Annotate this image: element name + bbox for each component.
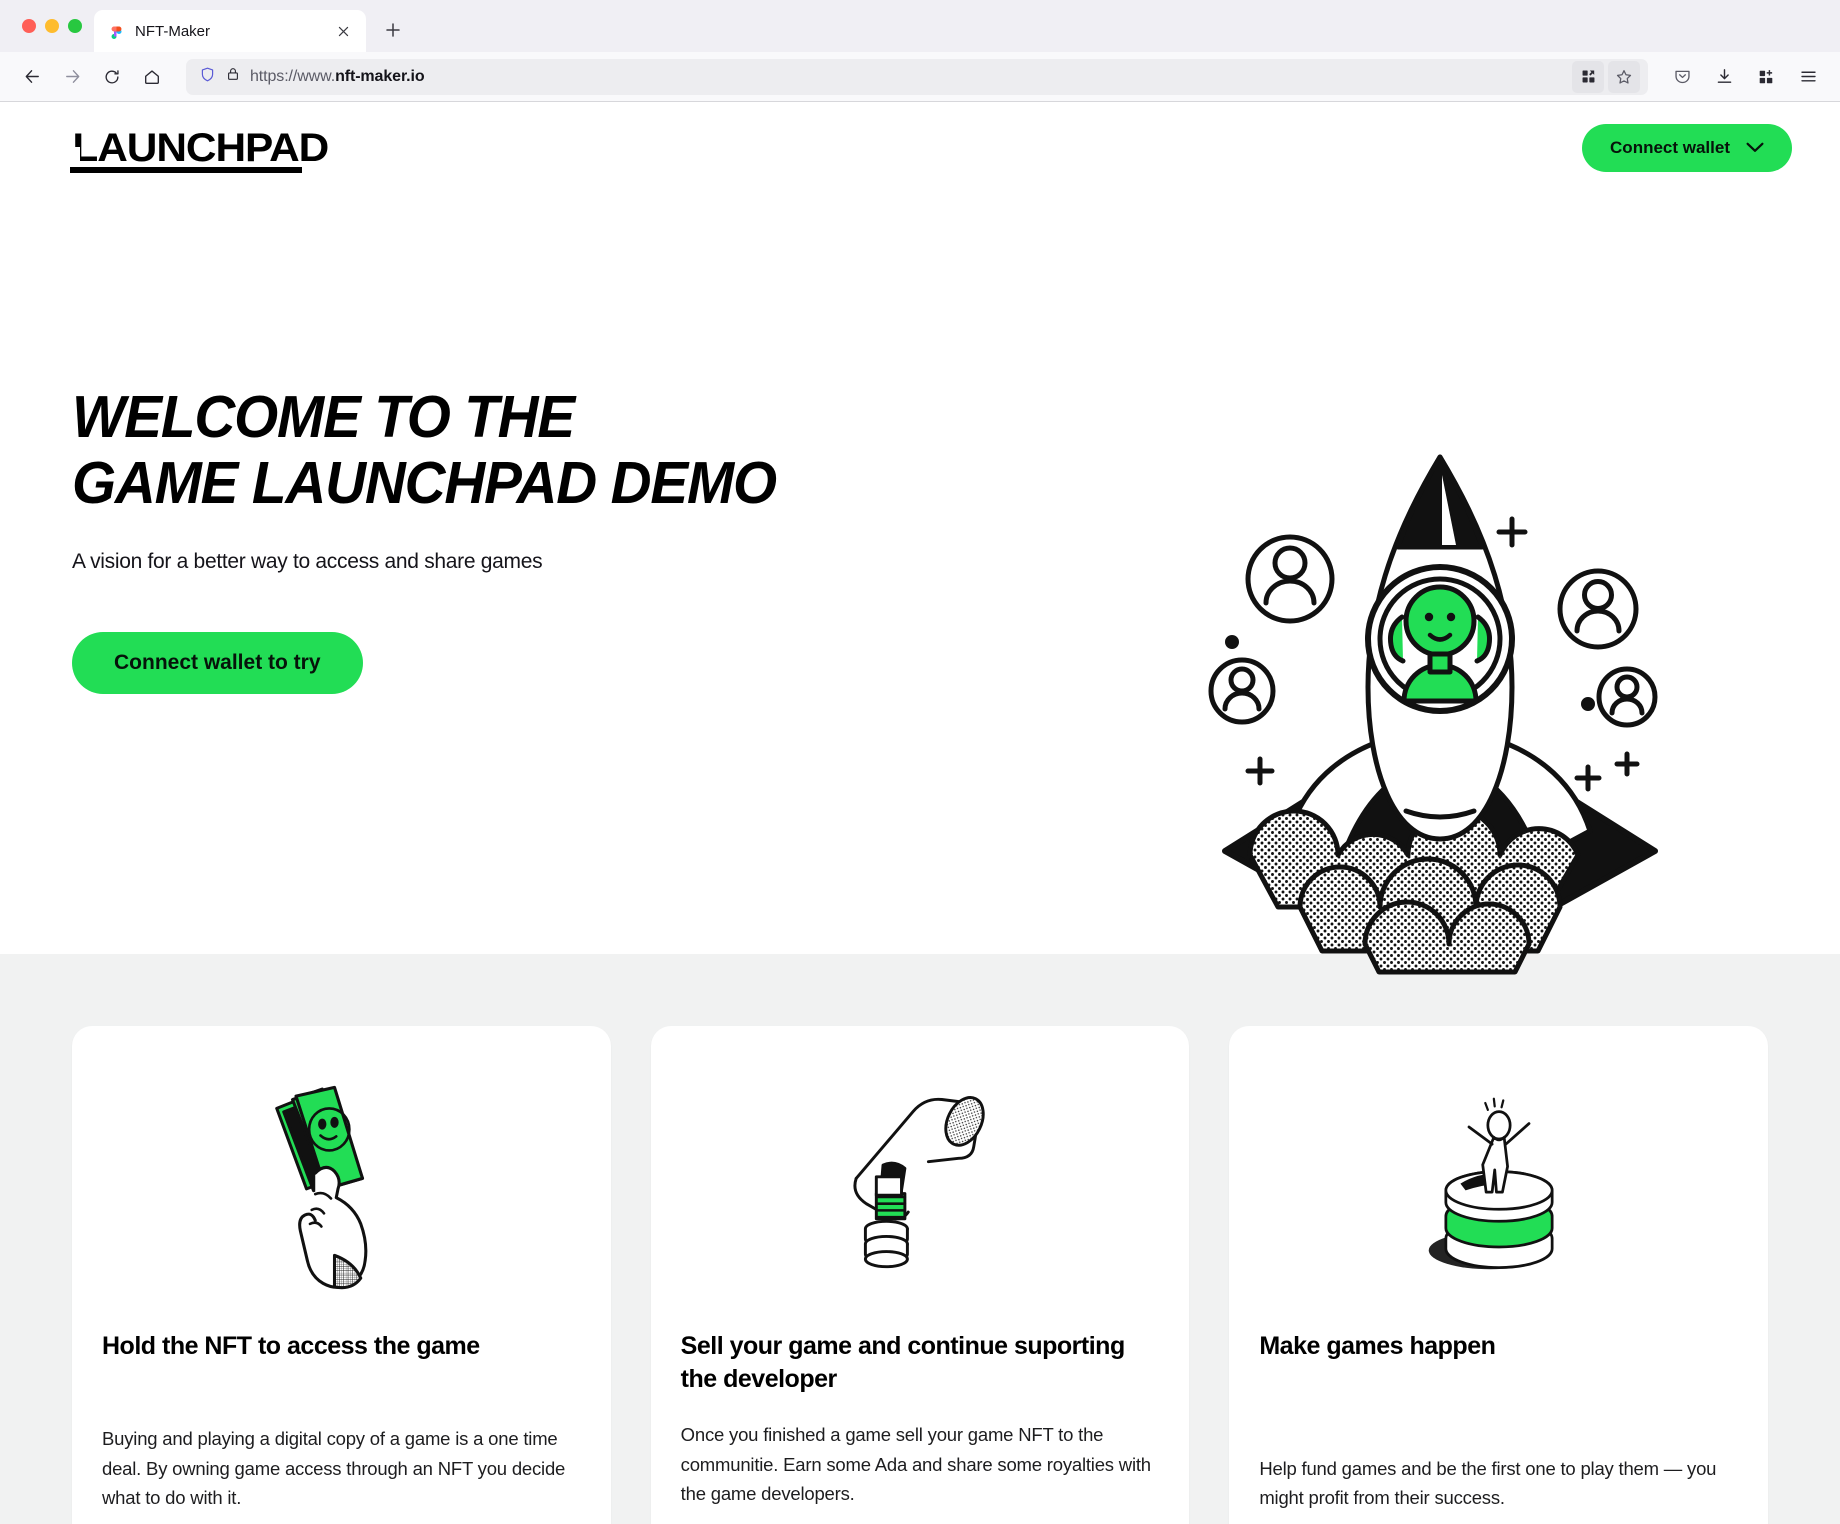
pocket-save-icon[interactable] <box>1664 59 1700 95</box>
navigation-toolbar: https://www.nft-maker.io <box>0 52 1840 102</box>
extensions-grid-icon[interactable] <box>1572 60 1604 93</box>
hero-subheading: A vision for a better way to access and … <box>72 550 543 574</box>
close-icon[interactable] <box>332 20 354 42</box>
logo-underline-bar <box>70 167 302 173</box>
card-title: Hold the NFT to access the game <box>102 1332 480 1360</box>
card-body: Help fund games and be the first one to … <box>1259 1457 1717 1508</box>
back-arrow-icon[interactable] <box>14 59 50 95</box>
card-body: Buying and playing a digital copy of a g… <box>102 1428 566 1508</box>
connect-wallet-button[interactable]: Connect wallet <box>1582 124 1792 172</box>
card-body: Once you finished a game sell your game … <box>680 1424 1151 1504</box>
hero-section: WELCOME TO THE GAME LAUNCHPAD DEMO A vis… <box>0 194 1840 975</box>
star-icon[interactable] <box>1608 60 1640 93</box>
page-title: WELCOME TO THE GAME LAUNCHPAD DEMO <box>72 384 867 516</box>
hero-heading-line2: GAME LAUNCHPAD DEMO <box>72 450 777 517</box>
address-bar-actions <box>1572 60 1640 93</box>
forward-arrow-icon[interactable] <box>54 59 90 95</box>
connect-wallet-label: Connect wallet <box>1610 138 1730 157</box>
browser-window: NFT-Maker https://www.nft-maker.io LAUNC… <box>0 0 1840 1524</box>
home-icon[interactable] <box>134 59 170 95</box>
connect-wallet-to-try-button[interactable]: Connect wallet to try <box>72 632 363 695</box>
feature-cards-section: Hold the NFT to access the game Buying a… <box>0 954 1840 1524</box>
browser-toolbar-actions <box>1664 59 1826 95</box>
hamburger-menu-icon[interactable] <box>1790 59 1826 95</box>
url-text: https://www.nft-maker.io <box>250 67 425 85</box>
person-celebrating-on-coin-stack-illustration <box>1257 1056 1740 1306</box>
site-header: LAUNCHPAD Connect wallet <box>0 102 1840 194</box>
hero-text-block: WELCOME TO THE GAME LAUNCHPAD DEMO A vis… <box>0 194 900 954</box>
shield-icon[interactable] <box>199 66 216 88</box>
card-title: Sell your game and continue suporting th… <box>680 1332 1126 1393</box>
reload-icon[interactable] <box>94 59 130 95</box>
web-page-content: LAUNCHPAD Connect wallet WELCOME TO THE … <box>0 102 1840 1524</box>
new-tab-button[interactable] <box>376 13 410 47</box>
browser-tab[interactable]: NFT-Maker <box>94 10 366 52</box>
tab-title: NFT-Maker <box>135 22 210 40</box>
hero-heading-line1: WELCOME TO THE <box>72 384 575 450</box>
hand-placing-coin-on-stack-illustration <box>679 1056 1162 1306</box>
hand-holding-banknotes-illustration <box>100 1056 583 1306</box>
feature-card: Sell your game and continue suporting th… <box>650 1026 1190 1524</box>
close-window-button[interactable] <box>22 19 36 33</box>
feature-card: Hold the NFT to access the game Buying a… <box>72 1026 611 1524</box>
add-extension-icon[interactable] <box>1748 59 1784 95</box>
launchpad-logo[interactable]: LAUNCHPAD <box>66 128 329 173</box>
maximize-window-button[interactable] <box>68 19 82 33</box>
rocket-with-community-avatars-illustration <box>1190 439 1690 999</box>
card-title: Make games happen <box>1259 1332 1496 1360</box>
logo-text: LAUNCHPAD <box>72 126 329 170</box>
feature-card: Make games happen Help fund games and be… <box>1229 1026 1769 1524</box>
chevron-down-icon <box>1746 138 1764 158</box>
window-traffic-lights <box>14 0 94 52</box>
download-icon[interactable] <box>1706 59 1742 95</box>
logo-notch <box>70 147 80 167</box>
address-bar[interactable]: https://www.nft-maker.io <box>186 58 1648 95</box>
tab-strip: NFT-Maker <box>0 0 1840 52</box>
minimize-window-button[interactable] <box>45 19 59 33</box>
figma-icon <box>108 23 125 40</box>
lock-icon[interactable] <box>225 66 241 87</box>
